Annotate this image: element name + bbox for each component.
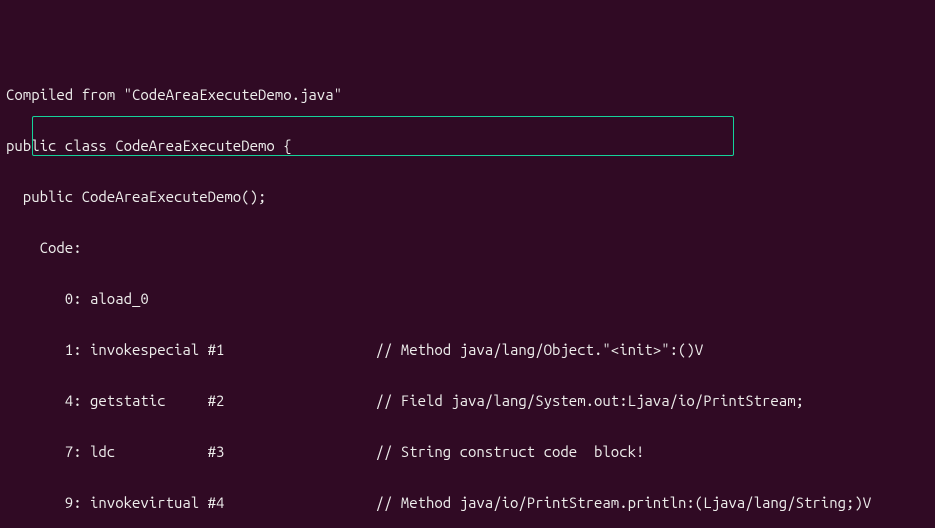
code-line: Compiled from "CodeAreaExecuteDemo.java" [6, 86, 929, 103]
code-line: Code: [6, 239, 929, 256]
code-line: public class CodeAreaExecuteDemo { [6, 137, 929, 154]
code-line: 7: ldc #3 // String construct code block… [6, 443, 929, 460]
code-line: public CodeAreaExecuteDemo(); [6, 188, 929, 205]
code-line: 4: getstatic #2 // Field java/lang/Syste… [6, 392, 929, 409]
code-line: 0: aload_0 [6, 290, 929, 307]
code-line: 1: invokespecial #1 // Method java/lang/… [6, 341, 929, 358]
code-line: 9: invokevirtual #4 // Method java/io/Pr… [6, 494, 929, 511]
terminal-output: Compiled from "CodeAreaExecuteDemo.java"… [0, 0, 935, 528]
